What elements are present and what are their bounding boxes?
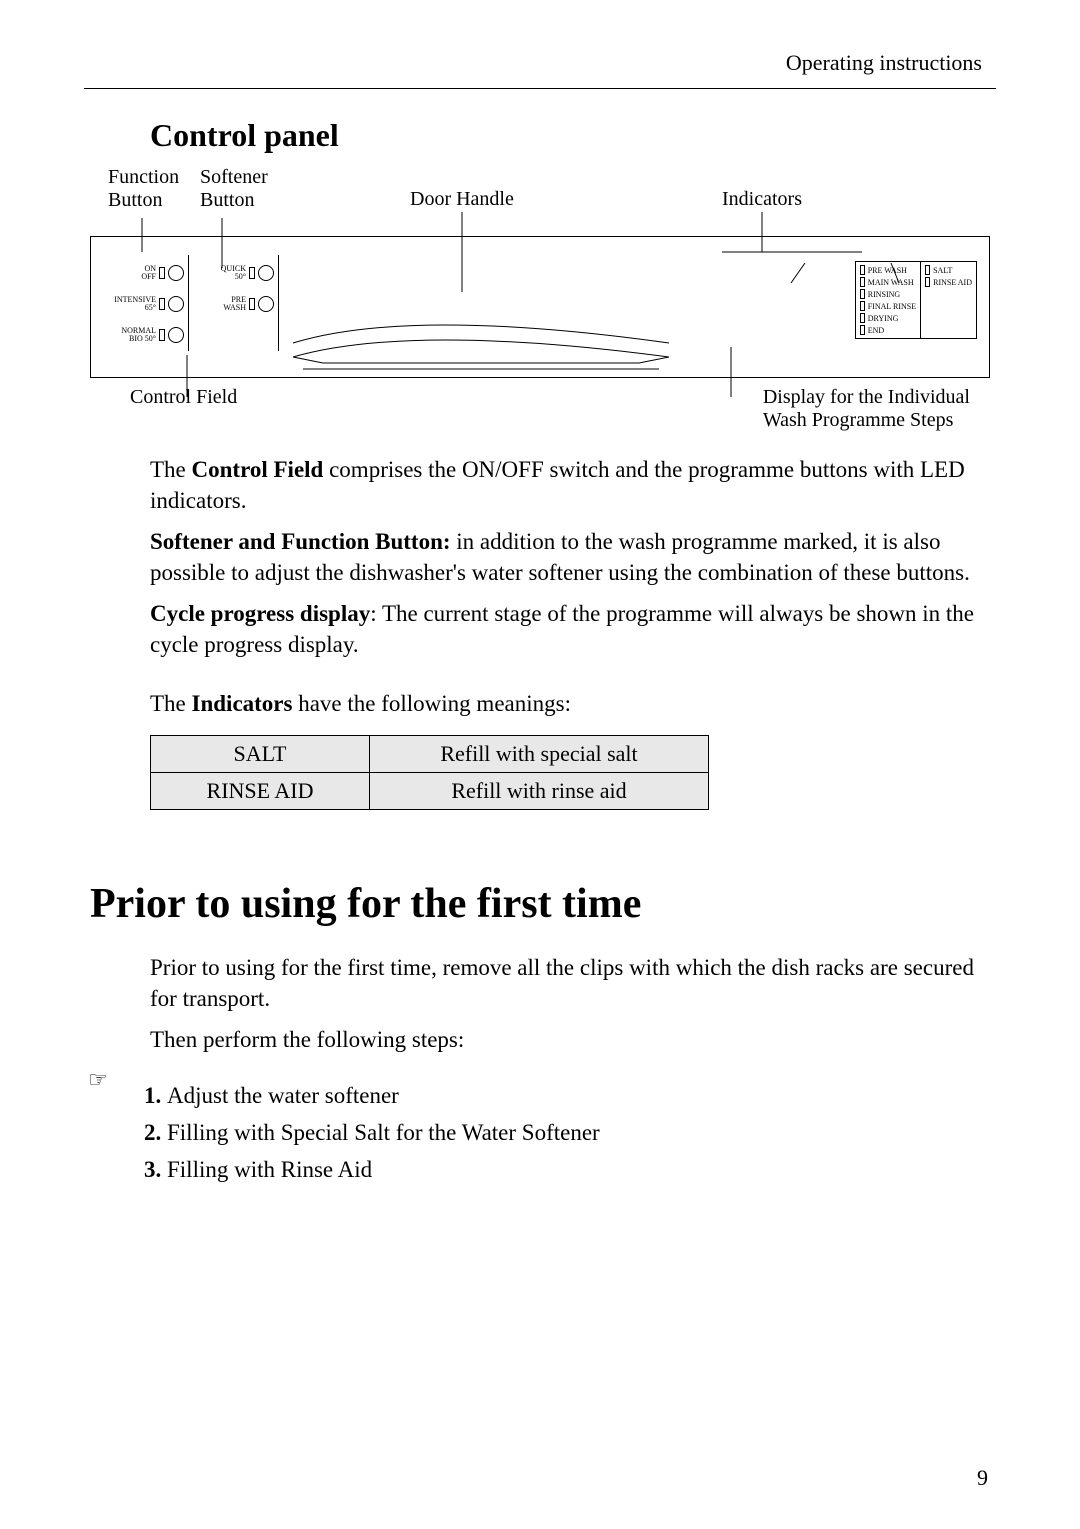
- table-row: RINSE AID Refill with rinse aid: [151, 773, 709, 810]
- heading-prior-first-use: Prior to using for the first time: [90, 880, 990, 928]
- pointing-hand-icon: ☞: [88, 1067, 108, 1093]
- step-3: Filling with Rinse Aid: [144, 1152, 990, 1189]
- control-panel-diagram: ONOFF INTENSIVE65° NORMALBIO 50° QUICK50…: [90, 236, 990, 378]
- step-1: Adjust the water softener: [144, 1078, 990, 1115]
- diagram-top-labels: Function Button Softener Button Door Han…: [102, 166, 990, 232]
- section-title-control-panel: Control panel: [150, 117, 990, 154]
- header-rule: [84, 88, 996, 89]
- table-row: SALT Refill with special salt: [151, 736, 709, 773]
- cell-salt-desc: Refill with special salt: [370, 736, 709, 773]
- cell-salt: SALT: [151, 736, 370, 773]
- cell-rinseaid: RINSE AID: [151, 773, 370, 810]
- step-2: Filling with Special Salt for the Water …: [144, 1115, 990, 1152]
- page-number: 9: [977, 1465, 988, 1491]
- para-control-field: The Control Field comprises the ON/OFF s…: [150, 454, 990, 516]
- cell-rinseaid-desc: Refill with rinse aid: [370, 773, 709, 810]
- first-use-intro-1: Prior to using for the first time, remov…: [150, 952, 990, 1014]
- para-indicators-meaning: The Indicators have the following meanin…: [150, 688, 990, 719]
- indicators-table: SALT Refill with special salt RINSE AID …: [150, 735, 709, 810]
- first-use-intro-2: Then perform the following steps:: [150, 1024, 990, 1055]
- running-header: Operating instructions: [90, 50, 990, 84]
- para-cycle-progress: Cycle progress display: The current stag…: [150, 598, 990, 660]
- para-softener-function: Softener and Function Button: in additio…: [150, 526, 990, 588]
